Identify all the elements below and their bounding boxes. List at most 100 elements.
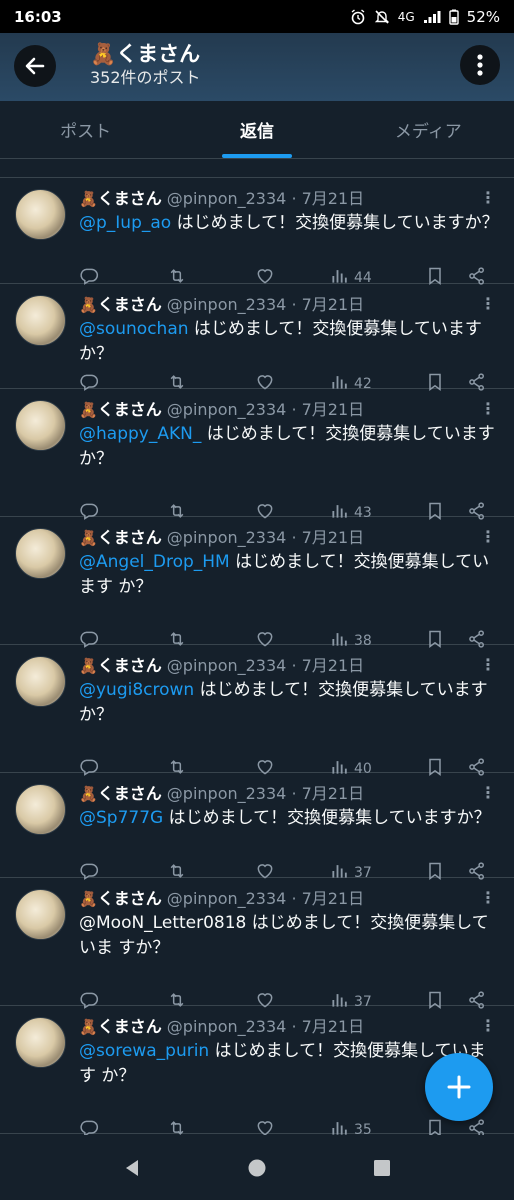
post-date: · 7月21日: [291, 400, 365, 419]
avatar[interactable]: [15, 889, 66, 940]
post-message: はじめまして！交換便募集していますか？: [163, 808, 491, 828]
post-text: @yugi8crown はじめまして！交換便募集しています か？: [79, 678, 500, 728]
bear-emoji: 🧸: [90, 42, 117, 66]
reply-mention[interactable]: @Sp777G: [79, 808, 163, 828]
author-handle[interactable]: @pinpon_2334: [167, 784, 287, 803]
nav-home-icon[interactable]: [247, 1158, 267, 1178]
avatar[interactable]: [15, 784, 66, 835]
avatar[interactable]: [15, 400, 66, 451]
post-body: 🧸くまさん @pinpon_2334 · 7月21日 @sounochan はじ…: [79, 294, 500, 367]
avatar[interactable]: [15, 295, 66, 346]
post-meta: 🧸くまさん @pinpon_2334 · 7月21日: [79, 888, 500, 910]
post-date: · 7月21日: [291, 295, 365, 314]
alarm-icon: [350, 8, 366, 25]
tab-replies[interactable]: 返信: [171, 101, 342, 158]
reply-post[interactable]: ⋮ 🧸くまさん @pinpon_2334 · 7月21日 @Angel_Drop…: [0, 517, 514, 649]
heart-icon: [255, 1118, 275, 1135]
bear-emoji: 🧸: [79, 190, 98, 208]
post-meta: 🧸くまさん @pinpon_2334 · 7月21日: [79, 399, 500, 421]
share-icon: [467, 1118, 487, 1135]
back-button[interactable]: [14, 45, 56, 87]
reply-mention[interactable]: @yugi8crown: [79, 680, 194, 700]
post-message: はじめまして！交換便募集していますか？: [171, 213, 499, 233]
author-handle[interactable]: @pinpon_2334: [167, 656, 287, 675]
like-button[interactable]: [255, 1118, 330, 1135]
reply-button[interactable]: [79, 1118, 167, 1135]
bear-emoji: 🧸: [79, 401, 98, 419]
author-name[interactable]: くまさん: [98, 784, 162, 803]
post-date: · 7月21日: [291, 889, 365, 908]
author-name[interactable]: くまさん: [98, 189, 162, 208]
reply-feed[interactable]: ⋮ 🧸くまさん @pinpon_2334 · 7月21日 @p_Iup_ao は…: [0, 160, 514, 1135]
reply-mention[interactable]: @sorewa_purin: [79, 1041, 209, 1061]
tab-posts[interactable]: ポスト: [0, 101, 171, 158]
post-actions: 35: [79, 1118, 494, 1135]
retweet-icon: [167, 1118, 187, 1135]
reply-mention[interactable]: @Angel_Drop_HM: [79, 552, 230, 572]
reply-mention[interactable]: @sounochan: [79, 319, 189, 339]
post-message: @MooN_Letter0818 はじめまして！交換便募集していま すか？: [79, 913, 489, 958]
reply-icon: [79, 1118, 99, 1135]
post-date: · 7月21日: [291, 528, 365, 547]
reply-post[interactable]: ⋮ 🧸くまさん @pinpon_2334 · 7月21日 @happy_AKN_…: [0, 389, 514, 521]
reply-post[interactable]: ⋮ 🧸くまさん @pinpon_2334 · 7月21日 @p_Iup_ao は…: [0, 178, 514, 286]
avatar[interactable]: [15, 1017, 66, 1068]
post-text: @happy_AKN_ はじめまして！交換便募集しています か？: [79, 422, 500, 472]
post-text: @MooN_Letter0818 はじめまして！交換便募集していま すか？: [79, 911, 500, 961]
tab-media[interactable]: メディア: [343, 101, 514, 158]
author-handle[interactable]: @pinpon_2334: [167, 189, 287, 208]
post-body: 🧸くまさん @pinpon_2334 · 7月21日 @happy_AKN_ は…: [79, 399, 500, 472]
reply-post[interactable]: ⋮ 🧸くまさん @pinpon_2334 · 7月21日 @Sp777G はじめ…: [0, 773, 514, 881]
avatar[interactable]: [15, 528, 66, 579]
reply-post[interactable]: ⋮ 🧸くまさん @pinpon_2334 · 7月21日 @sounochan …: [0, 284, 514, 392]
post-body: 🧸くまさん @pinpon_2334 · 7月21日 @yugi8crown は…: [79, 655, 500, 728]
author-name[interactable]: くまさん: [98, 400, 162, 419]
header-titles: 🧸くまさん 352件のポスト: [90, 40, 201, 88]
post-text: @p_Iup_ao はじめまして！交換便募集していますか？: [79, 211, 500, 236]
avatar[interactable]: [15, 656, 66, 707]
bear-emoji: 🧸: [79, 529, 98, 547]
post-body: 🧸くまさん @pinpon_2334 · 7月21日 @Sp777G はじめまし…: [79, 783, 500, 831]
post-meta: 🧸くまさん @pinpon_2334 · 7月21日: [79, 294, 500, 316]
post-date: · 7月21日: [291, 189, 365, 208]
post-date: · 7月21日: [291, 784, 365, 803]
post-text: @Angel_Drop_HM はじめまして！交換便募集しています か？: [79, 550, 500, 600]
author-handle[interactable]: @pinpon_2334: [167, 400, 287, 419]
battery-icon: [448, 9, 459, 25]
network-label: 4G: [397, 9, 415, 24]
bear-emoji: 🧸: [79, 890, 98, 908]
nav-back-icon[interactable]: [122, 1158, 142, 1178]
author-name[interactable]: くまさん: [98, 295, 162, 314]
views-button[interactable]: 35: [330, 1118, 425, 1135]
author-handle[interactable]: @pinpon_2334: [167, 889, 287, 908]
reply-mention[interactable]: @happy_AKN_: [79, 424, 201, 444]
reply-post[interactable]: ⋮ 🧸くまさん @pinpon_2334 · 7月21日 @yugi8crown…: [0, 645, 514, 777]
plus-icon: [447, 1075, 471, 1099]
author-name[interactable]: くまさん: [98, 889, 162, 908]
profile-header: 🧸くまさん 352件のポスト: [0, 33, 514, 101]
bookmark-icon: [425, 1118, 445, 1135]
retweet-button[interactable]: [167, 1118, 255, 1135]
share-button[interactable]: [467, 1118, 487, 1135]
avatar[interactable]: [15, 189, 66, 240]
author-name[interactable]: くまさん: [98, 528, 162, 547]
author-name[interactable]: くまさん: [98, 1017, 162, 1036]
reply-post[interactable]: ⋮ 🧸くまさん @pinpon_2334 · 7月21日 @MooN_Lette…: [0, 878, 514, 1010]
bear-emoji: 🧸: [79, 785, 98, 803]
status-time: 16:03: [14, 7, 62, 26]
compose-button[interactable]: [425, 1053, 493, 1121]
post-meta: 🧸くまさん @pinpon_2334 · 7月21日: [79, 783, 500, 805]
nav-recents-icon[interactable]: [372, 1158, 392, 1178]
post-meta: 🧸くまさん @pinpon_2334 · 7月21日: [79, 1016, 500, 1038]
author-name[interactable]: くまさん: [98, 656, 162, 675]
post-text: @Sp777G はじめまして！交換便募集していますか？: [79, 806, 500, 831]
author-handle[interactable]: @pinpon_2334: [167, 295, 287, 314]
more-vertical-icon: [477, 54, 483, 76]
post-meta: 🧸くまさん @pinpon_2334 · 7月21日: [79, 655, 500, 677]
status-bar: 16:03 4G 52%: [0, 0, 514, 33]
more-options-button[interactable]: [460, 45, 500, 85]
post-meta: 🧸くまさん @pinpon_2334 · 7月21日: [79, 527, 500, 549]
reply-mention[interactable]: @p_Iup_ao: [79, 213, 171, 233]
author-handle[interactable]: @pinpon_2334: [167, 528, 287, 547]
author-handle[interactable]: @pinpon_2334: [167, 1017, 287, 1036]
